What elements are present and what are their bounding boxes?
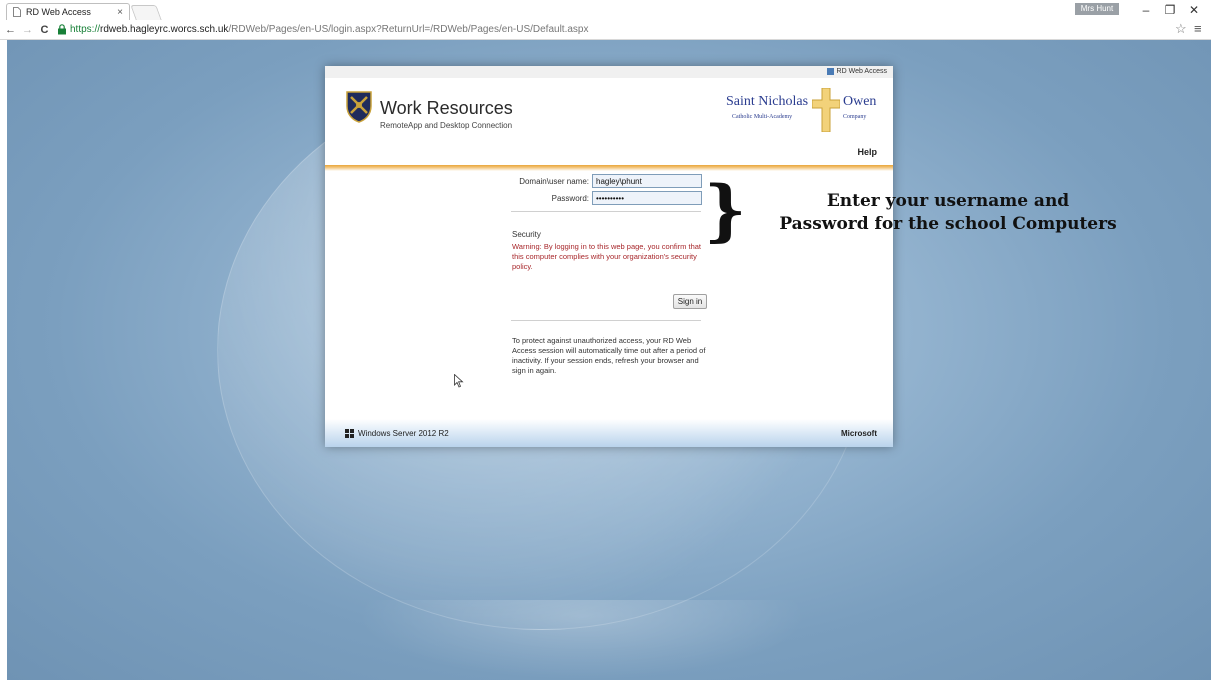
rd-web-access-icon — [826, 68, 834, 75]
security-warning: Warning: By logging in to this web page,… — [512, 242, 701, 271]
username-label: Domain\user name: — [519, 176, 589, 186]
password-row: Password: — [509, 191, 702, 205]
profile-badge[interactable]: Mrs Hunt — [1075, 3, 1119, 15]
back-arrow-icon[interactable]: ← — [4, 22, 17, 38]
chrome-menu-icon[interactable]: ≡ — [1194, 21, 1202, 36]
page-subtitle: RemoteApp and Desktop Connection — [380, 121, 513, 130]
cross-icon — [812, 88, 840, 132]
minimize-button[interactable]: – — [1135, 2, 1157, 18]
reload-icon[interactable]: C — [38, 22, 51, 38]
school-name-right: Owen — [843, 94, 877, 109]
microsoft-label: Microsoft — [841, 429, 877, 438]
globe-stand — [357, 600, 807, 680]
page-icon — [13, 7, 21, 17]
page-viewport: RD Web Access Work Resources RemoteApp a… — [7, 40, 1211, 680]
tab-close-icon[interactable]: × — [117, 7, 123, 18]
url-scheme: https:// — [70, 24, 101, 35]
username-input[interactable] — [592, 174, 702, 188]
rd-web-access-link[interactable]: RD Web Access — [826, 68, 887, 75]
help-link[interactable]: Help — [857, 147, 877, 157]
new-tab-button[interactable] — [130, 5, 162, 20]
browser-titlebar: RD Web Access × Mrs Hunt – ❐ ✕ — [0, 0, 1211, 20]
windows-logo-icon — [345, 429, 354, 438]
password-input[interactable] — [592, 191, 702, 205]
close-window-button[interactable]: ✕ — [1183, 2, 1205, 18]
forward-arrow-icon[interactable]: → — [21, 22, 34, 38]
panel-footer: Windows Server 2012 R2 Microsoft — [325, 419, 893, 447]
windows-server-label: Windows Server 2012 R2 — [358, 429, 449, 438]
panel-topbar: RD Web Access — [325, 66, 893, 78]
restore-button[interactable]: ❐ — [1159, 2, 1181, 18]
mouse-cursor-icon — [454, 374, 464, 388]
sign-in-button[interactable]: Sign in — [673, 294, 707, 309]
school-name-right-sub: Company — [843, 114, 867, 120]
timeout-notice: To protect against unauthorized access, … — [512, 336, 706, 375]
school-name-sub: Catholic Multi-Academy — [732, 114, 793, 120]
bookmark-star-icon[interactable]: ☆ — [1175, 21, 1187, 37]
lock-icon — [58, 24, 66, 35]
divider — [511, 320, 701, 321]
password-label: Password: — [551, 193, 589, 203]
url-path: /RDWeb/Pages/en-US/login.aspx?ReturnUrl=… — [228, 24, 589, 35]
annotation-text: Enter your username and Password for the… — [738, 190, 1158, 236]
annotation-line-1: Enter your username and — [826, 191, 1070, 211]
security-title: Security — [512, 230, 541, 239]
rd-web-access-panel: RD Web Access Work Resources RemoteApp a… — [325, 66, 893, 447]
address-bar[interactable]: https://rdweb.hagleyrc.worcs.sch.uk/RDWe… — [57, 22, 1197, 38]
browser-tab-rd-web-access[interactable]: RD Web Access × — [6, 3, 130, 20]
rd-web-access-label: RD Web Access — [836, 68, 887, 75]
school-crest-icon — [346, 91, 372, 123]
annotation-line-2: Password for the school Computers — [779, 214, 1117, 234]
url-host: rdweb.hagleyrc.worcs.sch.uk — [100, 24, 229, 35]
tab-title: RD Web Access — [26, 7, 91, 17]
panel-header: Work Resources RemoteApp and Desktop Con… — [325, 78, 893, 165]
divider — [511, 211, 701, 212]
page-title: Work Resources — [380, 98, 513, 118]
browser-toolbar: ← → C https://rdweb.hagleyrc.worcs.sch.u… — [0, 20, 1211, 40]
school-name-left: Saint Nicholas — [726, 94, 809, 109]
username-row: Domain\user name: — [509, 174, 702, 188]
school-logo: Saint Nicholas Catholic Multi-Academy Ow… — [726, 88, 886, 134]
